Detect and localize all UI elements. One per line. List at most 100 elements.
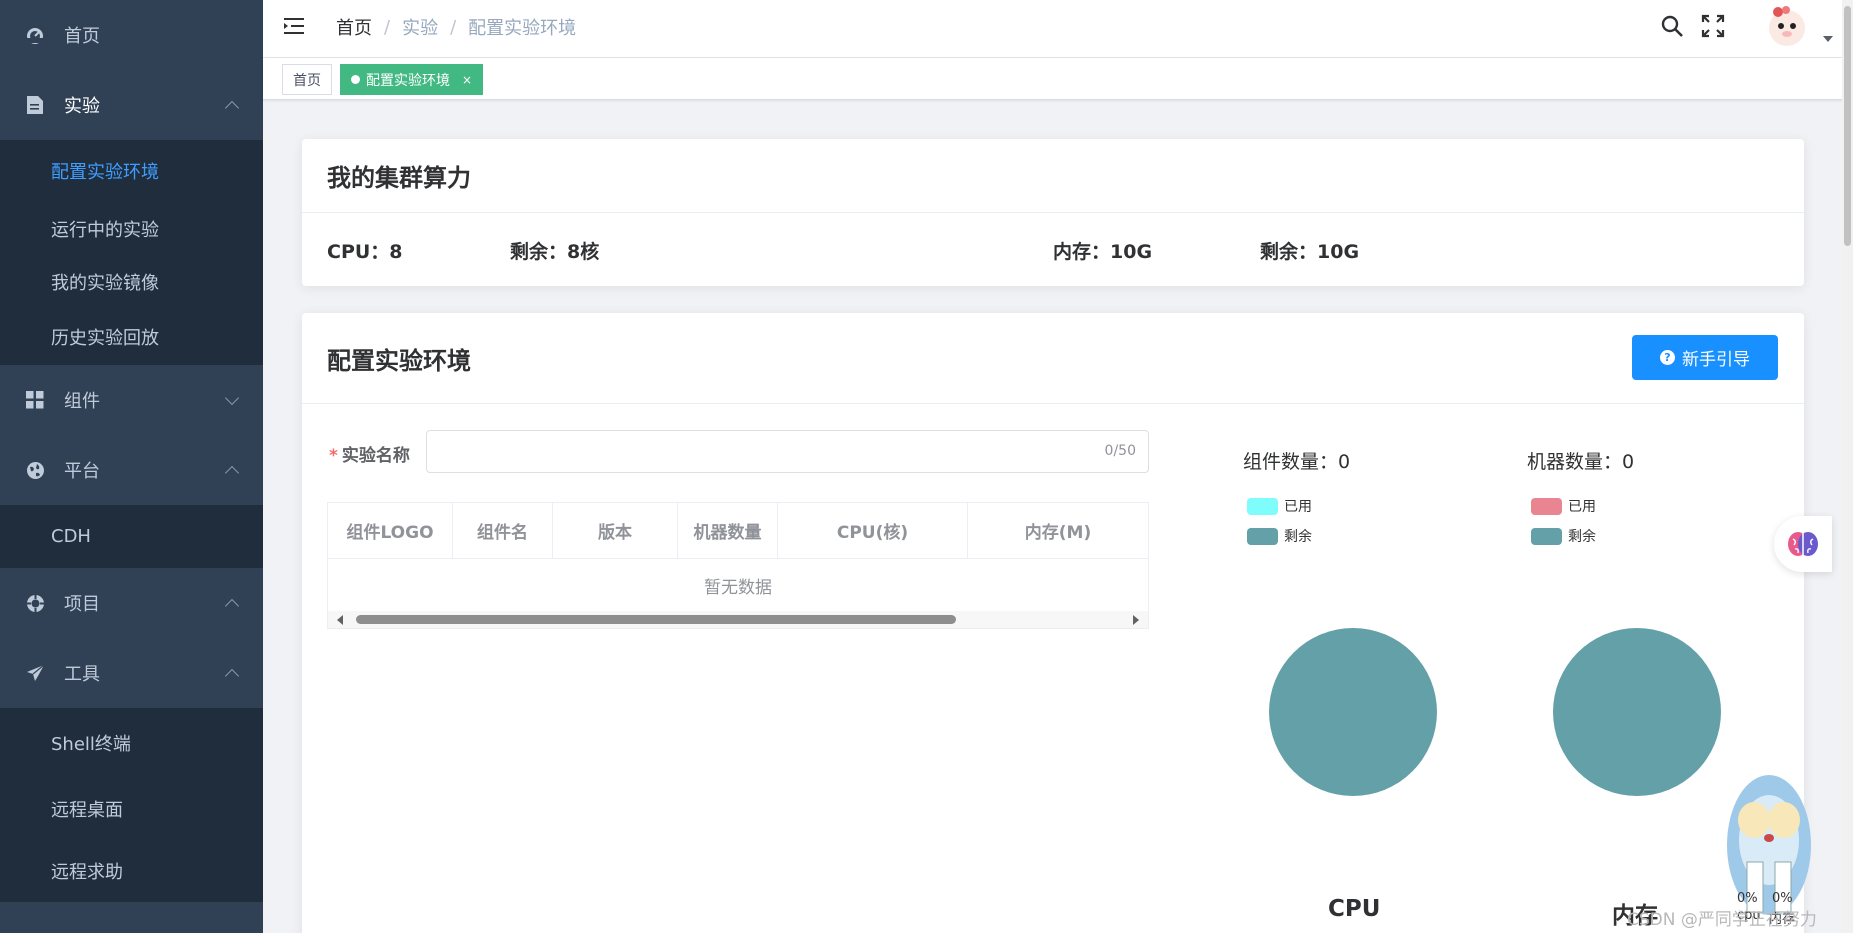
- sidebar-item-label: 工具: [64, 664, 100, 685]
- breadcrumb-experiment[interactable]: 实验: [402, 14, 438, 40]
- sidebar-item-label: Shell终端: [51, 734, 131, 755]
- sidebar-item-config-env[interactable]: 配置实验环境: [0, 140, 263, 202]
- scroll-right-icon[interactable]: [1133, 615, 1139, 625]
- sidebar: 首页 实验 配置实验环境 运行中的实验 我的实验镜像 历史实验回放 组件 平台 …: [0, 0, 263, 933]
- caret-down-icon[interactable]: [1823, 36, 1833, 42]
- submenu-platform: CDH: [0, 505, 263, 568]
- machine-count: 机器数量：0: [1527, 451, 1635, 473]
- navbar: 首页 / 实验 / 配置实验环境: [263, 0, 1853, 58]
- search-icon[interactable]: [1660, 14, 1686, 40]
- card-title: 我的集群算力: [302, 139, 1804, 213]
- legend-label: 剩余: [1568, 529, 1596, 545]
- sidebar-item-label: 实验: [64, 96, 100, 117]
- breadcrumb-separator: /: [384, 16, 391, 38]
- mem-pie-slice-remaining[interactable]: [1553, 628, 1721, 796]
- globe-icon: [24, 459, 46, 481]
- guide-button-label: 新手引导: [1682, 350, 1750, 370]
- cpu-legend-remaining[interactable]: 剩余: [1247, 526, 1312, 546]
- fullscreen-icon[interactable]: [1701, 14, 1727, 40]
- column-header: 机器数量: [678, 503, 778, 558]
- grid-icon: [24, 389, 46, 411]
- breadcrumb: 首页 / 实验 / 配置实验环境: [336, 14, 576, 40]
- question-icon: ?: [1660, 350, 1675, 365]
- cpu-remaining: 剩余：8核: [510, 241, 600, 263]
- document-icon: [24, 94, 46, 116]
- sidebar-item-home[interactable]: 首页: [0, 0, 263, 70]
- cpu-pie-slice-remaining[interactable]: [1269, 628, 1437, 796]
- chevron-up-icon: [224, 465, 240, 481]
- sidebar-item-label: 组件: [64, 391, 100, 412]
- empty-text: 暂无数据: [704, 577, 772, 598]
- chevron-up-icon: [224, 668, 240, 684]
- vertical-scrollbar[interactable]: [1842, 0, 1853, 933]
- paper-plane-icon: [24, 662, 46, 684]
- brain-assistant-button[interactable]: [1774, 516, 1832, 572]
- column-header: 组件LOGO: [328, 503, 453, 558]
- legend-swatch: [1531, 527, 1562, 545]
- sidebar-item-cdh[interactable]: CDH: [0, 505, 263, 568]
- mascot-cpu-percent: 0%: [1737, 891, 1758, 906]
- mem-legend-remaining[interactable]: 剩余: [1531, 526, 1596, 546]
- sidebar-item-history[interactable]: 历史实验回放: [0, 308, 263, 365]
- component-table: 组件LOGO 组件名 版本 机器数量 CPU(核) 内存(M) 暂无数据: [327, 502, 1149, 629]
- avatar[interactable]: [1763, 2, 1811, 50]
- config-card: 配置实验环境 ? 新手引导 * 实验名称 0/50 组件LOGO 组件名 版本 机…: [302, 313, 1804, 933]
- card-header: 配置实验环境 ? 新手引导: [302, 313, 1804, 404]
- scroll-thumb[interactable]: [356, 615, 956, 624]
- hamburger-icon[interactable]: [284, 15, 306, 37]
- column-header: 内存(M): [1024, 523, 1092, 543]
- mem-legend-used[interactable]: 已用: [1531, 496, 1596, 516]
- scroll-left-icon[interactable]: [337, 615, 343, 625]
- experiment-name-input[interactable]: 0/50: [426, 430, 1149, 473]
- brain-icon: [1788, 532, 1818, 556]
- cpu-legend-used[interactable]: 已用: [1247, 496, 1312, 516]
- component-count: 组件数量：0: [1243, 451, 1351, 473]
- sidebar-item-images[interactable]: 我的实验镜像: [0, 255, 263, 308]
- legend-label: 剩余: [1284, 529, 1312, 545]
- close-icon[interactable]: ×: [462, 73, 472, 87]
- chevron-up-icon: [224, 598, 240, 614]
- breadcrumb-current: 配置实验环境: [468, 18, 577, 39]
- submenu-tools: Shell终端 远程桌面 远程求助: [0, 708, 263, 902]
- legend-swatch: [1531, 497, 1562, 515]
- mascot-mem-percent: 0%: [1772, 891, 1793, 906]
- scroll-thumb[interactable]: [1844, 6, 1851, 246]
- horizontal-scrollbar[interactable]: [328, 611, 1148, 628]
- dashboard-icon: [24, 24, 46, 46]
- sidebar-item-remote-help[interactable]: 远程求助: [0, 840, 263, 902]
- legend-label: 已用: [1284, 499, 1312, 515]
- required-mark: *: [329, 446, 338, 466]
- table-header: 组件LOGO 组件名 版本 机器数量 CPU(核) 内存(M): [328, 503, 1148, 559]
- tag-config-env[interactable]: 配置实验环境 ×: [340, 64, 484, 95]
- sidebar-item-label: 平台: [64, 461, 100, 482]
- sidebar-item-running[interactable]: 运行中的实验: [0, 202, 263, 255]
- sidebar-item-remote-desktop[interactable]: 远程桌面: [0, 778, 263, 840]
- cpu-total: CPU：8: [327, 241, 403, 263]
- sidebar-item-tools[interactable]: 工具: [0, 638, 263, 708]
- sidebar-item-experiment[interactable]: 实验: [0, 70, 263, 140]
- breadcrumb-home[interactable]: 首页: [336, 14, 372, 40]
- sidebar-item-label: 项目: [64, 594, 100, 615]
- tag-label: 配置实验环境: [366, 72, 450, 89]
- guide-button[interactable]: ? 新手引导: [1632, 335, 1778, 380]
- char-counter: 0/50: [1104, 443, 1136, 459]
- card-title: 配置实验环境: [327, 346, 471, 375]
- experiment-name-label: * 实验名称: [329, 441, 410, 466]
- breadcrumb-separator: /: [450, 16, 457, 38]
- sidebar-item-project[interactable]: 项目: [0, 568, 263, 638]
- cpu-pie-title: CPU: [1328, 896, 1381, 922]
- sidebar-item-platform[interactable]: 平台: [0, 435, 263, 505]
- sidebar-item-components[interactable]: 组件: [0, 365, 263, 435]
- active-dot-icon: [351, 75, 360, 84]
- sidebar-item-shell[interactable]: Shell终端: [0, 708, 263, 778]
- chevron-down-icon: [224, 390, 240, 406]
- label-text: 实验名称: [341, 446, 410, 466]
- legend-swatch: [1247, 527, 1278, 545]
- column-header: CPU(核): [778, 503, 968, 558]
- tag-home[interactable]: 首页: [282, 64, 332, 95]
- column-header: 版本: [553, 503, 678, 558]
- watermark: CSDN @严同学正在努力: [1627, 910, 1817, 930]
- mem-remaining: 剩余：10G: [1260, 241, 1360, 263]
- legend-swatch: [1247, 497, 1278, 515]
- legend-label: 已用: [1568, 499, 1596, 515]
